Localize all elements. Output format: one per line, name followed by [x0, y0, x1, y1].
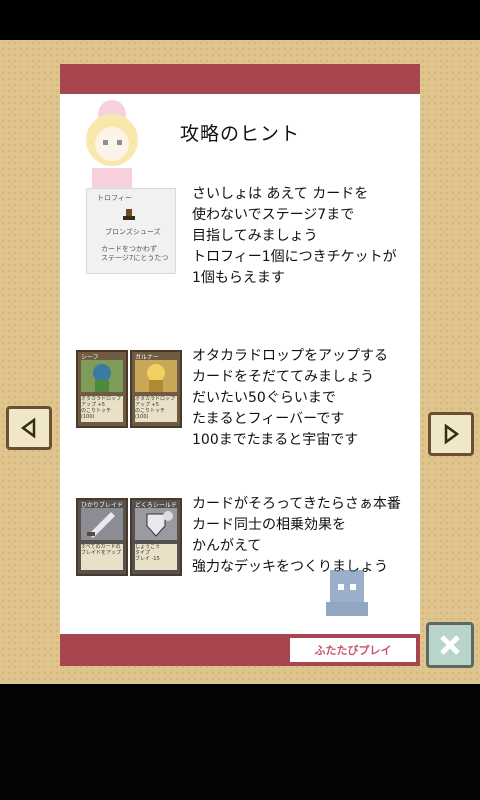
trophy-label: トロフィー [97, 194, 132, 202]
card-text: すべてのカードの ブレイドをアップ [81, 544, 123, 570]
next-page-button[interactable] [428, 412, 474, 456]
prev-page-button[interactable] [6, 406, 52, 450]
thief-character-icon [81, 360, 123, 392]
gardener-card: ガルナー オタカラドロップ の アップ +5 のこりトッチ (100) [130, 350, 182, 428]
close-button[interactable] [426, 622, 474, 668]
card-text: しょうこう タイプ ブレイ -15 [135, 544, 177, 570]
thief-card: シーフ オタカラドロップ の アップ +5 のこりトッチ (100) [76, 350, 128, 428]
bottom-bar [0, 684, 480, 800]
card-text: オタカラドロップ の アップ +5 のこりトッチ (100) [81, 396, 123, 422]
tip-text-1: さいしょは あえて カードを 使わないでステージ7まで 目指してみましょう トロ… [192, 186, 397, 286]
gardener-character-icon [135, 360, 177, 392]
right-arrow-icon [444, 423, 460, 445]
close-icon [440, 635, 460, 655]
trophy-description: カードをつかわず ステージ7にとうたつ [101, 245, 169, 262]
ghost-character-illustration [326, 570, 368, 616]
tip-text-2: オタカラドロップをアップする カードをそだててみましょう だいたい50ぐらいまで… [192, 348, 388, 448]
skull-shield-card: どくろシールド しょうこう タイプ ブレイ -15 [130, 498, 182, 576]
status-bar [0, 0, 480, 40]
trophy-shoe-icon [123, 209, 135, 220]
replay-button[interactable]: ふたたびプレイ [290, 638, 416, 662]
sword-icon [81, 508, 123, 540]
trophy-name: ブロンズシューズ [105, 228, 161, 236]
mascot-girl-illustration [86, 100, 138, 190]
shield-icon [135, 508, 177, 540]
page-title: 攻略のヒント [180, 123, 301, 145]
left-arrow-icon [20, 417, 36, 439]
replay-label: ふたたびプレイ [314, 644, 392, 657]
card-text: オタカラドロップ の アップ +5 のこりトッチ (100) [135, 396, 177, 422]
light-blade-card: ひかりブレイド すべてのカードの ブレイドをアップ [76, 498, 128, 576]
trophy-card: トロフィー ブロンズシューズ カードをつかわず ステージ7にとうたつ [86, 188, 176, 274]
panel-header-bar [60, 64, 420, 94]
